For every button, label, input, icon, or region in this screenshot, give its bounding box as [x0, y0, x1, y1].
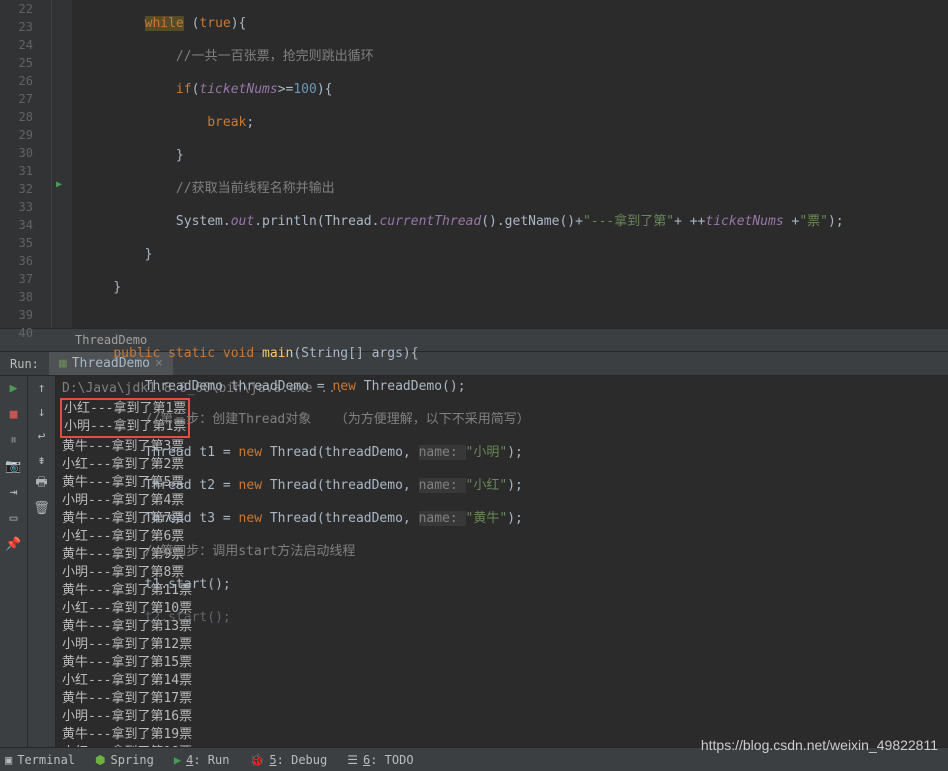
console-line: 小红---拿到了第14票 — [62, 672, 942, 690]
pause-icon[interactable]: ⏸ — [6, 432, 22, 448]
run-toolbar-right: ↑ ↓ ↩ ⇟ 🖶 🗑 — [28, 376, 56, 768]
clear-icon[interactable]: 🗑 — [34, 500, 50, 516]
console-line: 小明---拿到了第16票 — [62, 708, 942, 726]
console-line: 黄牛---拿到了第17票 — [62, 690, 942, 708]
terminal-icon: ▣ — [5, 753, 12, 767]
up-icon[interactable]: ↑ — [34, 380, 50, 396]
terminal-tab[interactable]: ▣ Terminal — [5, 753, 75, 767]
pin-icon[interactable]: 📌 — [6, 536, 22, 552]
run-config-icon: ▦ — [59, 356, 67, 371]
line-number-gutter: 22 23 24 25 26 27 28 29 30 31 32 33 34 3… — [0, 0, 52, 328]
layout-icon[interactable]: ▭ — [6, 510, 22, 526]
run-tab-bottom[interactable]: ▶ 4: Run — [174, 753, 230, 767]
down-icon[interactable]: ↓ — [34, 404, 50, 420]
gutter-icons: ▶ — [52, 0, 72, 328]
todo-tab[interactable]: ☰ 6: TODO — [347, 753, 413, 767]
code-content[interactable]: while (true){ //一共一百张票，抢完则跳出循环 if(ticket… — [72, 0, 948, 328]
dump-icon[interactable]: 📷 — [6, 458, 22, 474]
run-gutter-icon[interactable]: ▶ — [56, 179, 62, 190]
scroll-to-end-icon[interactable]: ⇟ — [34, 452, 50, 468]
rerun-icon[interactable]: ▶ — [6, 380, 22, 396]
watermark: https://blog.csdn.net/weixin_49822811 — [701, 737, 938, 753]
run-toolbar-left: ▶ ■ ⏸ 📷 ⇥ ▭ 📌 — [0, 376, 28, 768]
code-editor[interactable]: 22 23 24 25 26 27 28 29 30 31 32 33 34 3… — [0, 0, 948, 328]
softwrap-icon[interactable]: ↩ — [34, 428, 50, 444]
run-label: Run: — [0, 357, 49, 371]
stop-icon[interactable]: ■ — [6, 406, 22, 422]
debug-icon: 🐞 — [249, 753, 264, 767]
print-icon[interactable]: 🖶 — [34, 476, 50, 492]
todo-icon: ☰ — [347, 753, 358, 767]
debug-tab[interactable]: 🐞 5: Debug — [249, 753, 327, 767]
spring-icon: ⬢ — [95, 753, 105, 767]
spring-tab[interactable]: ⬢ Spring — [95, 753, 154, 767]
run-icon: ▶ — [174, 753, 181, 767]
exit-icon[interactable]: ⇥ — [6, 484, 22, 500]
